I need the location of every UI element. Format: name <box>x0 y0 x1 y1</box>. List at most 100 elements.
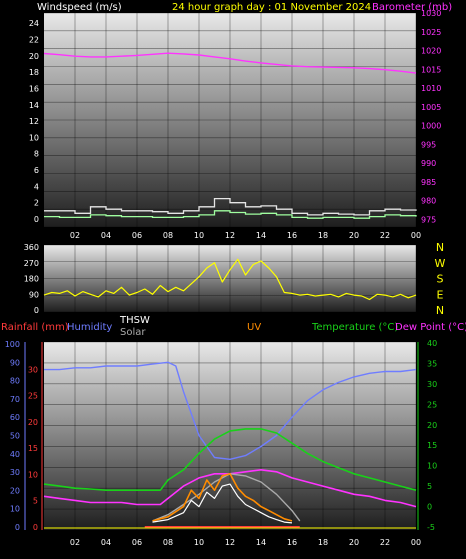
windspeed-tick-label: 12 <box>29 117 39 126</box>
temperature-tick-label: -5 <box>427 523 435 532</box>
windspeed-axis-label: Windspeed (m/s) <box>37 2 122 13</box>
temperature-tick-label: 30 <box>427 380 437 389</box>
windspeed-tick-label: 10 <box>29 133 39 142</box>
windspeed-tick-label: 16 <box>29 84 39 93</box>
temperature-tick-label: 10 <box>427 462 437 471</box>
windspeed-tick-label: 14 <box>29 101 39 110</box>
barometer-tick-label: 1020 <box>421 47 441 56</box>
compass-label: S <box>437 273 444 286</box>
x-tick-label: 02 <box>70 538 80 547</box>
humidity-tick-label: 0 <box>15 523 20 532</box>
humidity-tick-label: 20 <box>10 486 20 495</box>
temperature-tick-label: 0 <box>427 503 432 512</box>
barometer-tick-label: 1030 <box>421 9 441 18</box>
weather-charts: Windspeed (m/s) 24 hour graph day : 01 N… <box>0 0 466 555</box>
windspeed-tick-label: 24 <box>29 19 39 28</box>
barometer-tick-label: 1010 <box>421 84 441 93</box>
windspeed-tick-label: 20 <box>29 52 39 61</box>
barometer-tick-label: 980 <box>421 197 436 206</box>
wind-direction-tick-label: 180 <box>24 275 39 284</box>
rainfall-tick-label: 20 <box>28 418 38 427</box>
windspeed-tick-label: 22 <box>29 35 39 44</box>
x-tick-label: 16 <box>287 538 297 547</box>
temperature-tick-label: 35 <box>427 359 437 368</box>
x-tick-label: 18 <box>318 231 328 240</box>
rainfall-tick-label: 10 <box>28 470 38 479</box>
wind-direction-tick-label: 360 <box>24 243 39 252</box>
windspeed-tick-label: 6 <box>34 166 39 175</box>
barometer-tick-label: 1005 <box>421 103 441 112</box>
humidity-tick-label: 10 <box>10 505 20 514</box>
rainfall-tick-label: 25 <box>28 392 38 401</box>
wind-direction-tick-label: 0 <box>34 306 39 315</box>
x-tick-label: 22 <box>380 231 390 240</box>
thsw-label: THSW <box>119 315 150 326</box>
windspeed-tick-label: 2 <box>34 199 39 208</box>
x-tick-label: 06 <box>132 231 142 240</box>
x-tick-label: 12 <box>225 538 235 547</box>
x-tick-label: 18 <box>318 538 328 547</box>
x-tick-label: 08 <box>163 538 173 547</box>
barometer-tick-label: 1000 <box>421 122 441 131</box>
x-tick-label: 06 <box>132 538 142 547</box>
compass-label: N <box>436 241 444 254</box>
rainfall-tick-label: 30 <box>28 365 38 374</box>
wind-direction-tick-label: 90 <box>29 290 39 299</box>
temperature-tick-label: 20 <box>427 421 437 430</box>
dew-point-axis-label: Dew Point (°C) <box>395 322 466 333</box>
weather-graph-page: Windspeed (m/s) 24 hour graph day : 01 N… <box>0 0 466 555</box>
x-tick-label: 10 <box>194 231 204 240</box>
rainfall-axis-label: Rainfall (mm) <box>1 322 69 333</box>
x-tick-label: 10 <box>194 538 204 547</box>
barometer-tick-label: 1015 <box>421 65 441 74</box>
x-tick-label: 04 <box>101 538 111 547</box>
humidity-tick-label: 40 <box>10 450 20 459</box>
x-tick-label: 04 <box>101 231 111 240</box>
rainfall-tick-label: 15 <box>28 444 38 453</box>
temperature-tick-label: 40 <box>427 339 437 348</box>
x-tick-label: 08 <box>163 231 173 240</box>
uv-label: UV <box>247 322 261 333</box>
humidity-axis-label: Humidity <box>67 322 112 333</box>
barometer-tick-label: 995 <box>421 140 436 149</box>
x-tick-label: 14 <box>256 231 266 240</box>
temperature-tick-label: 25 <box>427 400 437 409</box>
temperature-axis-label: Temperature (°C) <box>311 322 398 333</box>
wind-direction-panel: 090180270360 NWSEN <box>24 241 446 317</box>
humidity-tick-label: 30 <box>10 468 20 477</box>
x-tick-label: 14 <box>256 538 266 547</box>
x-tick-label: 20 <box>349 538 359 547</box>
compass-label: N <box>436 304 444 317</box>
temperature-tick-label: 15 <box>427 441 437 450</box>
humidity-tick-label: 60 <box>10 413 20 422</box>
compass-label: W <box>435 257 446 270</box>
temperature-tick-label: 5 <box>427 482 432 491</box>
barometer-tick-label: 985 <box>421 178 436 187</box>
climate-panel: 0 10 20 30 40 50 60 70 80 90 100 0 5 10 15 20 25 30 -5 0 5… <box>5 339 437 547</box>
humidity-tick-label: 70 <box>10 395 20 404</box>
humidity-tick-label: 90 <box>10 358 20 367</box>
windspeed-tick-label: 0 <box>34 215 39 224</box>
humidity-tick-label: 80 <box>10 377 20 386</box>
x-tick-label: 12 <box>225 231 235 240</box>
compass-label: E <box>437 288 444 301</box>
chart-title: 24 hour graph day : 01 November 2024 <box>172 2 371 13</box>
x-tick-label: 22 <box>380 538 390 547</box>
solar-label: Solar <box>120 327 146 338</box>
barometer-tick-label: 1025 <box>421 28 441 37</box>
x-tick-label: 20 <box>349 231 359 240</box>
rainfall-tick-label: 5 <box>33 497 38 506</box>
x-tick-label: 16 <box>287 231 297 240</box>
windspeed-tick-label: 4 <box>34 182 39 191</box>
wind-barometer-panel: 024681012141618202224 975980985990995100… <box>29 9 442 240</box>
humidity-tick-label: 100 <box>5 340 20 349</box>
wind-direction-tick-label: 270 <box>24 259 39 268</box>
humidity-tick-label: 50 <box>10 432 20 441</box>
x-tick-label: 00 <box>411 231 421 240</box>
barometer-tick-label: 990 <box>421 159 436 168</box>
x-tick-label: 02 <box>70 231 80 240</box>
rainfall-tick-label: 0 <box>33 523 38 532</box>
x-tick-label: 00 <box>411 538 421 547</box>
windspeed-tick-label: 18 <box>29 68 39 77</box>
barometer-tick-label: 975 <box>421 215 436 224</box>
